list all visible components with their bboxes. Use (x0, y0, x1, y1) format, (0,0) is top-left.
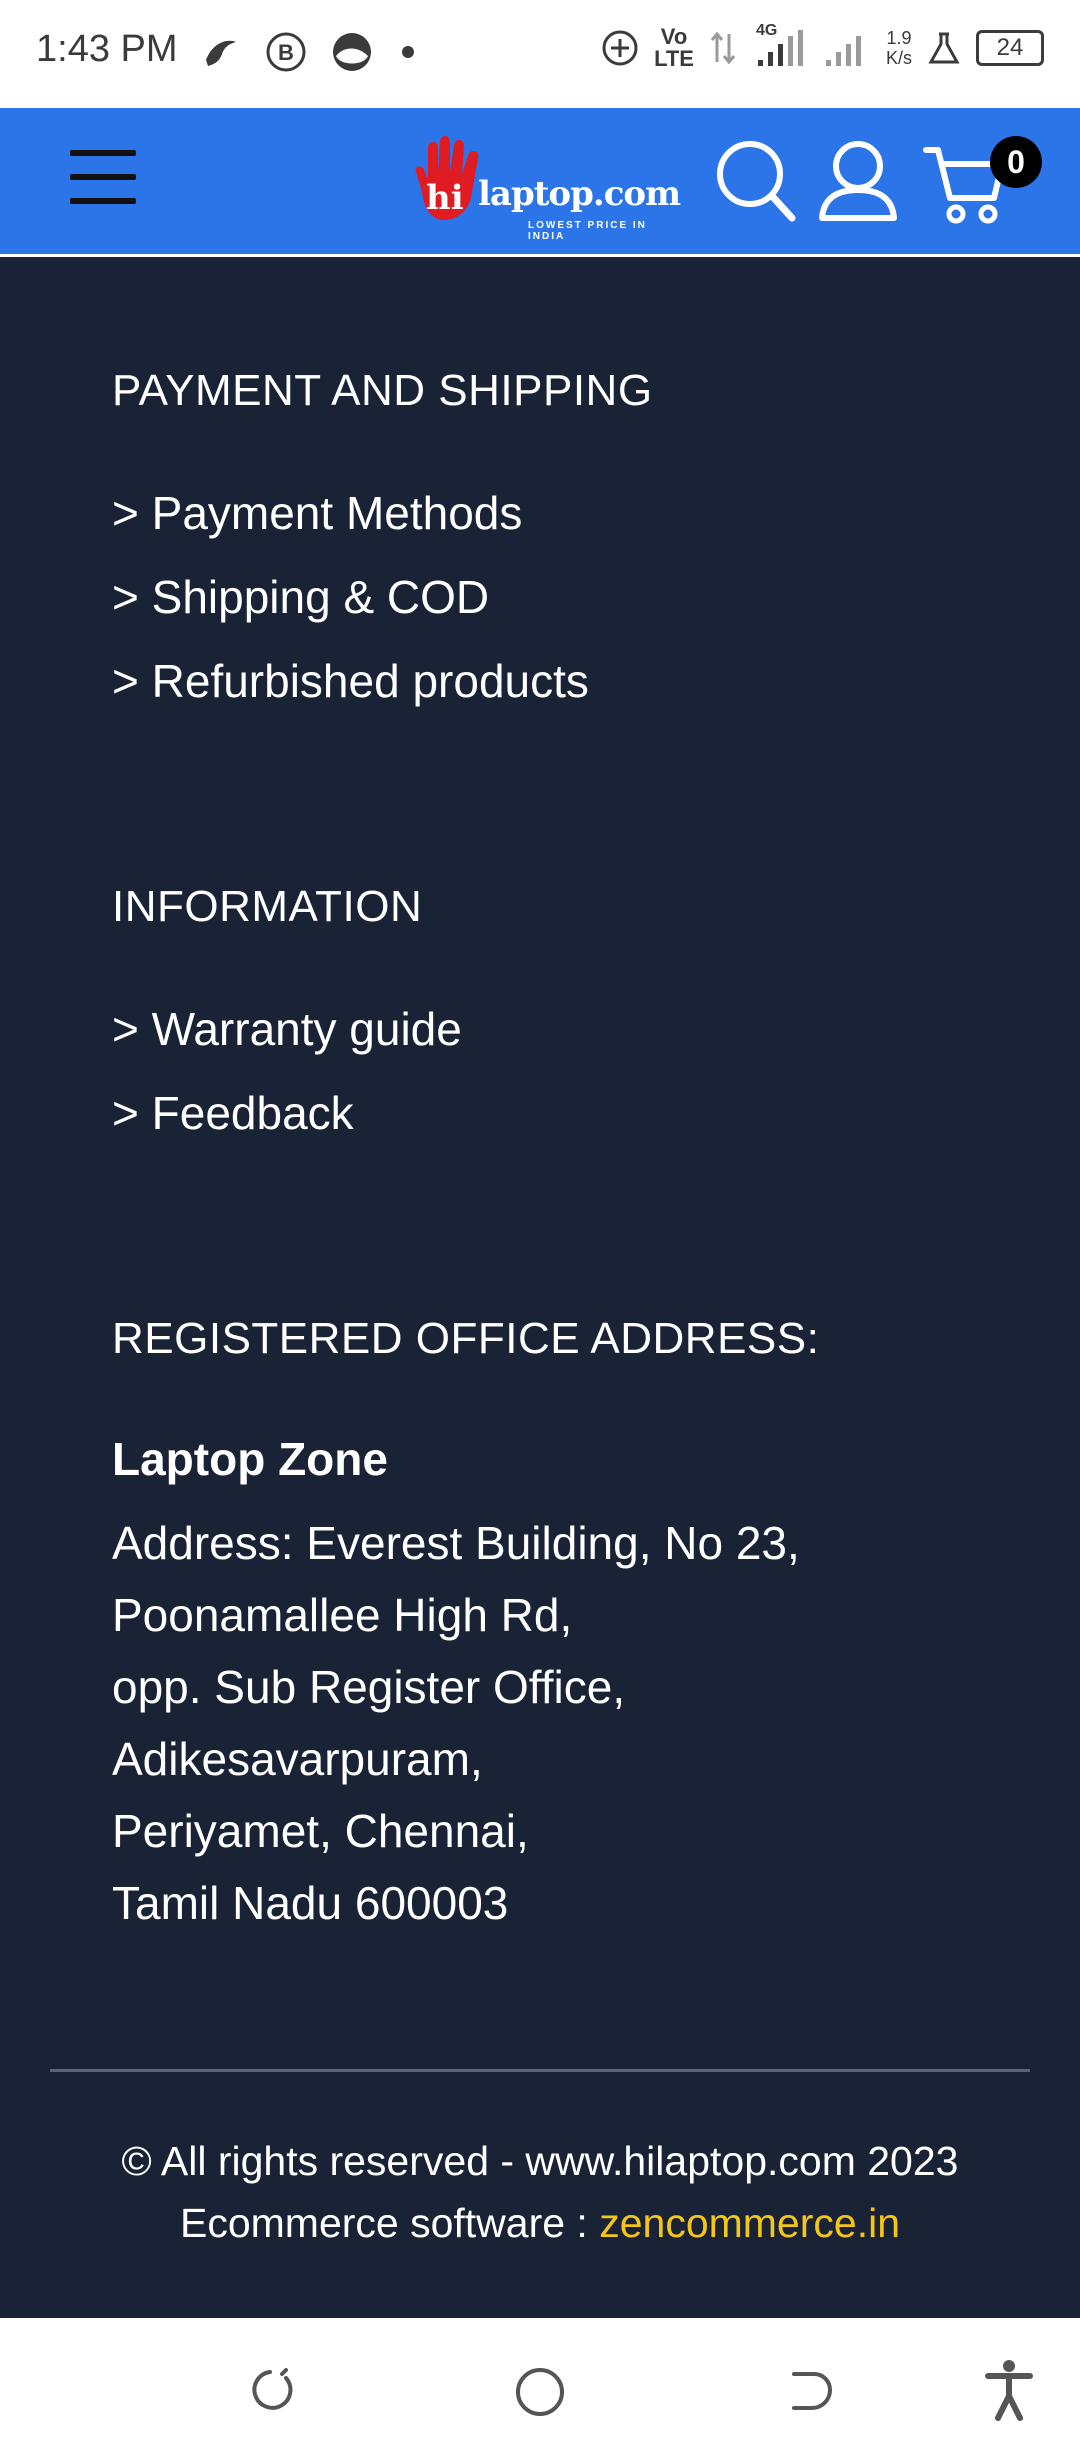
address-line: Address: Everest Building, No 23, (112, 1517, 800, 1569)
battery-indicator: 24 (976, 30, 1044, 66)
logo-tagline: LOWEST PRICE IN INDIA (528, 220, 647, 242)
signal-icon-1: 4G (752, 22, 808, 70)
recent-apps-icon[interactable] (244, 2364, 296, 2416)
search-icon[interactable] (714, 138, 798, 224)
system-navigation-bar (0, 2318, 1080, 2460)
logo-hi: hi (426, 178, 464, 218)
link-feedback[interactable]: > Feedback (112, 1086, 354, 1140)
company-name: Laptop Zone (112, 1433, 388, 1485)
copyright-text: © All rights reserved - www.hilaptop.com… (121, 2138, 959, 2184)
site-logo[interactable]: hi laptop.com LOWEST PRICE IN INDIA (408, 134, 681, 242)
signal-icon-2 (825, 36, 861, 66)
data-saver-icon (602, 30, 638, 66)
accessibility-icon[interactable] (984, 2358, 1034, 2422)
status-time: 1:43 PM (36, 28, 178, 70)
data-arrows-icon (710, 31, 736, 65)
logo-text: laptop.com (478, 174, 681, 214)
hamburger-menu-icon[interactable] (70, 150, 136, 210)
link-refurbished-products[interactable]: > Refurbished products (112, 654, 589, 708)
svg-text:B: B (278, 40, 294, 65)
address-line: Periyamet, Chennai, (112, 1805, 529, 1857)
software-label: Ecommerce software : (179, 2200, 600, 2246)
volte-indicator: Vo LTE (654, 24, 694, 71)
section-title-payment: PAYMENT AND SHIPPING (112, 366, 653, 415)
site-header: hi laptop.com LOWEST PRICE IN INDIA 0 (0, 108, 1080, 257)
b-app-icon: B (266, 32, 306, 72)
status-bar: 1:43 PM B Vo LTE 4G 1.9 K/s 24 (0, 0, 1080, 108)
address-line: Tamil Nadu 600003 (112, 1877, 509, 1929)
cart-count-badge[interactable]: 0 (990, 136, 1042, 188)
footer-divider (50, 2069, 1030, 2072)
eagle-app-icon (206, 40, 236, 66)
address-line: Poonamallee High Rd, (112, 1589, 573, 1641)
section-title-office: REGISTERED OFFICE ADDRESS: (112, 1314, 820, 1363)
circle-app-icon (333, 33, 371, 71)
link-payment-methods[interactable]: > Payment Methods (112, 486, 522, 540)
section-title-information: INFORMATION (112, 882, 423, 931)
address-line: Adikesavarpuram, (112, 1733, 483, 1785)
more-notifications-dot (402, 46, 414, 58)
link-warranty-guide[interactable]: > Warranty guide (112, 1002, 462, 1056)
address-line: opp. Sub Register Office, (112, 1661, 626, 1713)
flask-icon (928, 32, 960, 64)
software-link[interactable]: zencommerce.in (599, 2200, 900, 2246)
system-status-icons: Vo LTE 4G 1.9 K/s 24 (600, 22, 1044, 71)
network-speed: 1.9 K/s (885, 28, 912, 68)
home-button-icon[interactable] (512, 2364, 568, 2420)
notification-icons: B (198, 30, 414, 74)
user-account-icon[interactable] (816, 138, 900, 224)
back-button-icon[interactable] (784, 2364, 836, 2416)
software-credit: Ecommerce software : zencommerce.in (0, 2200, 1080, 2247)
link-shipping-cod[interactable]: > Shipping & COD (112, 570, 489, 624)
